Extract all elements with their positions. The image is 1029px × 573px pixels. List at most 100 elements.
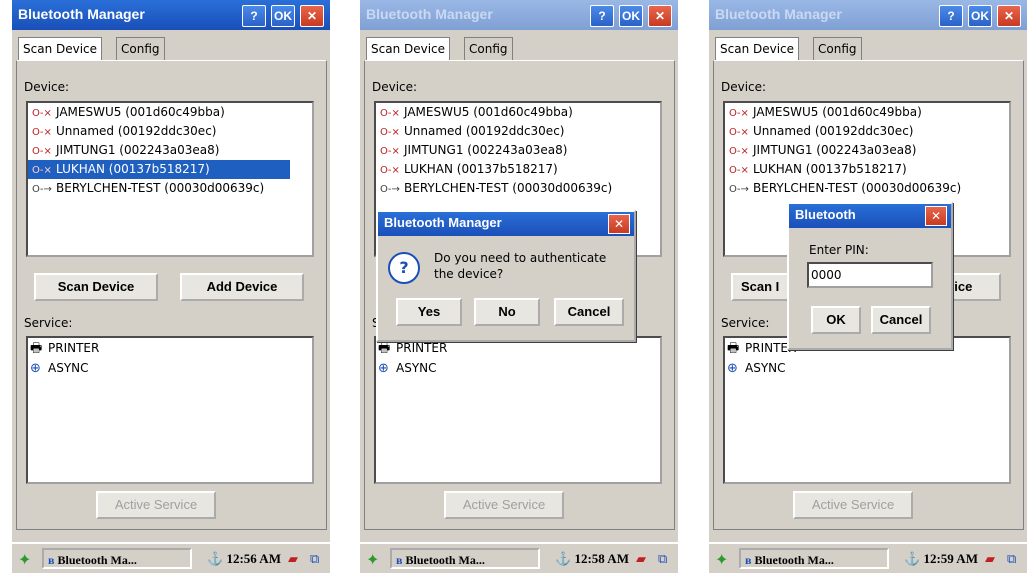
list-item[interactable]: O‑⨯ LUKHAN (00137b518217) (725, 160, 1009, 179)
bluetooth-icon: ʙ (396, 553, 403, 567)
dialog-close-button[interactable]: ✕ (925, 206, 947, 226)
device-name: JIMTUNG1 (002243a03ea8) (404, 143, 568, 157)
ok-button[interactable]: OK (968, 5, 992, 27)
start-icon[interactable]: ✦ (18, 550, 38, 570)
device-name: LUKHAN (00137b518217) (404, 162, 558, 176)
scan-device-button[interactable]: Scan Device (34, 273, 158, 301)
close-button[interactable]: ✕ (300, 5, 324, 27)
list-item[interactable]: O‑⨯ LUKHAN (00137b518217) (376, 160, 660, 179)
list-item[interactable]: O‑⨯ JAMESWU5 (001d60c49bba) (725, 103, 1009, 122)
add-device-button[interactable]: Add Device (180, 273, 304, 301)
printer-icon: 🖶 (727, 341, 740, 356)
taskbar-app-button[interactable]: ʙ Bluetooth Ma... (390, 548, 540, 569)
clock-time: 12:59 AM (923, 551, 978, 566)
authenticate-dialog: Bluetooth Manager ✕ ? Do you need to aut… (376, 210, 636, 342)
service-list[interactable]: 🖶 PRINTER ⊕ ASYNC (374, 336, 662, 484)
active-service-button[interactable]: Active Service (793, 491, 913, 519)
list-item[interactable]: O‑⨯ Unnamed (00192ddc30ec) (725, 122, 1009, 141)
dialog-title-bar: Bluetooth Manager ✕ (378, 212, 634, 236)
ok-button[interactable]: OK (811, 306, 861, 334)
yes-button[interactable]: Yes (396, 298, 462, 326)
dialog-close-button[interactable]: ✕ (608, 214, 630, 234)
bt-unpaired-icon: O‑⨯ (32, 165, 52, 176)
active-service-button[interactable]: Active Service (444, 491, 564, 519)
cancel-button[interactable]: Cancel (554, 298, 624, 326)
help-button[interactable]: ? (939, 5, 963, 27)
service-list[interactable]: 🖶 PRINTER ⊕ ASYNC (26, 336, 314, 484)
device-label: Device: (372, 80, 418, 94)
taskbar-app-button[interactable]: ʙ Bluetooth Ma... (42, 548, 192, 569)
ok-button[interactable]: OK (271, 5, 295, 27)
bt-paired-icon: O‑→ (729, 184, 749, 195)
task-label: Bluetooth Ma... (405, 553, 485, 567)
service-list[interactable]: 🖶 PRINTER ⊕ ASYNC (723, 336, 1011, 484)
bt-unpaired-icon: O‑⨯ (32, 108, 52, 119)
question-icon: ? (388, 252, 420, 284)
bt-paired-icon: O‑→ (32, 184, 52, 195)
start-icon[interactable]: ✦ (715, 550, 735, 570)
cancel-button[interactable]: Cancel (871, 306, 931, 334)
service-label: Service: (721, 316, 770, 330)
help-button[interactable]: ? (590, 5, 614, 27)
list-item[interactable]: O‑→ BERYLCHEN-TEST (00030d00639c) (725, 179, 1009, 198)
list-item[interactable]: ⊕ ASYNC (376, 358, 660, 378)
no-button[interactable]: No (474, 298, 540, 326)
bluetooth-icon: ʙ (48, 553, 55, 567)
device-name: BERYLCHEN-TEST (00030d00639c) (404, 181, 613, 195)
bt-unpaired-icon: O‑⨯ (380, 127, 400, 138)
screen-1: Bluetooth Manager ? OK ✕ Scan Device Con… (12, 0, 330, 573)
service-name: PRINTER (48, 341, 100, 355)
ok-button[interactable]: OK (619, 5, 643, 27)
service-name: ASYNC (48, 361, 89, 375)
list-item[interactable]: O‑→ BERYLCHEN-TEST (00030d00639c) (376, 179, 660, 198)
network-icon[interactable]: ⧉ (658, 552, 667, 567)
list-item[interactable]: O‑→ BERYLCHEN-TEST (00030d00639c) (28, 179, 312, 198)
tab-scan-device[interactable]: Scan Device (366, 37, 451, 60)
list-item[interactable]: O‑⨯ JIMTUNG1 (002243a03ea8) (28, 141, 312, 160)
list-item[interactable]: 🖶 PRINTER (28, 338, 312, 358)
printer-icon: 🖶 (378, 341, 391, 356)
window-title: Bluetooth Manager (366, 6, 493, 22)
list-item[interactable]: O‑⨯ JAMESWU5 (001d60c49bba) (28, 103, 312, 122)
title-bar: Bluetooth Manager ? OK ✕ (12, 0, 330, 30)
help-button[interactable]: ? (242, 5, 266, 27)
task-label: Bluetooth Ma... (754, 553, 834, 567)
network-icon[interactable]: ⧉ (1007, 552, 1016, 567)
bt-unpaired-icon: O‑⨯ (729, 165, 749, 176)
taskbar-app-button[interactable]: ʙ Bluetooth Ma... (739, 548, 889, 569)
tab-scan-device[interactable]: Scan Device (715, 37, 800, 60)
pin-input[interactable]: 0000 (807, 262, 933, 288)
clock: ⚓ 12:59 AM (904, 548, 978, 570)
clock-time: 12:58 AM (574, 551, 629, 566)
start-icon[interactable]: ✦ (366, 550, 386, 570)
active-service-button[interactable]: Active Service (96, 491, 216, 519)
list-item-selected[interactable]: O‑⨯ LUKHAN (00137b518217) (28, 160, 290, 179)
list-item[interactable]: O‑⨯ JAMESWU5 (001d60c49bba) (376, 103, 660, 122)
close-button[interactable]: ✕ (648, 5, 672, 27)
device-name: JAMESWU5 (001d60c49bba) (404, 105, 573, 119)
tray-icon[interactable]: ⚓ (555, 551, 571, 566)
list-item[interactable]: ⊕ ASYNC (28, 358, 312, 378)
bt-unpaired-icon: O‑⨯ (380, 146, 400, 157)
scan-device-button-partial[interactable]: Scan I (731, 273, 795, 301)
list-item[interactable]: ⊕ ASYNC (725, 358, 1009, 378)
network-icon[interactable]: ⧉ (310, 552, 319, 567)
tab-scan-device[interactable]: Scan Device (18, 37, 103, 60)
input-panel-icon[interactable]: ▰ (636, 552, 646, 567)
tab-config[interactable]: Config (464, 37, 513, 60)
list-item[interactable]: O‑⨯ Unnamed (00192ddc30ec) (28, 122, 312, 141)
list-item[interactable]: O‑⨯ JIMTUNG1 (002243a03ea8) (725, 141, 1009, 160)
list-item[interactable]: O‑⨯ Unnamed (00192ddc30ec) (376, 122, 660, 141)
input-panel-icon[interactable]: ▰ (288, 552, 298, 567)
device-label: Device: (721, 80, 767, 94)
close-button[interactable]: ✕ (997, 5, 1021, 27)
device-list[interactable]: O‑⨯ JAMESWU5 (001d60c49bba) O‑⨯ Unnamed (0… (26, 101, 314, 257)
list-item[interactable]: O‑⨯ JIMTUNG1 (002243a03ea8) (376, 141, 660, 160)
input-panel-icon[interactable]: ▰ (985, 552, 995, 567)
tray-icon[interactable]: ⚓ (207, 551, 223, 566)
tab-config[interactable]: Config (813, 37, 862, 60)
service-label: Service: (24, 316, 73, 330)
service-name: ASYNC (396, 361, 437, 375)
tray-icon[interactable]: ⚓ (904, 551, 920, 566)
tab-config[interactable]: Config (116, 37, 165, 60)
